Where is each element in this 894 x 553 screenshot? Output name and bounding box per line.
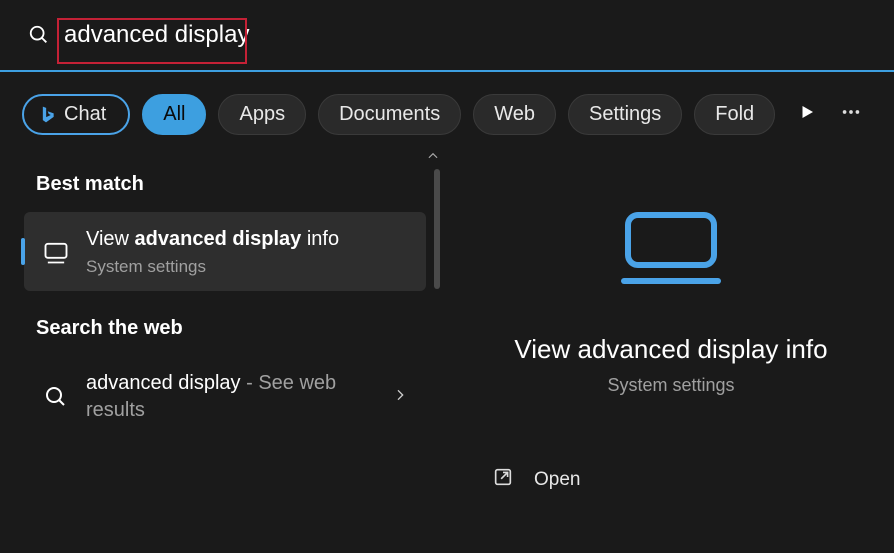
web-result-title: advanced display - See web results bbox=[86, 370, 384, 424]
filter-settings[interactable]: Settings bbox=[568, 94, 682, 135]
filter-web[interactable]: Web bbox=[473, 94, 556, 135]
open-label: Open bbox=[534, 469, 580, 491]
search-bar bbox=[0, 0, 894, 72]
detail-title: View advanced display info bbox=[514, 334, 827, 365]
result-title: View advanced display info bbox=[86, 226, 408, 253]
search-web-heading: Search the web bbox=[0, 291, 444, 356]
result-best-match[interactable]: View advanced display info System settin… bbox=[24, 212, 426, 291]
result-text: advanced display - See web results bbox=[86, 370, 384, 424]
chevron-up-icon[interactable] bbox=[426, 149, 440, 168]
open-external-icon bbox=[492, 466, 514, 494]
detail-panel: View advanced display info System settin… bbox=[448, 145, 894, 553]
search-icon bbox=[28, 24, 50, 46]
content-area: Best match View advanced display info Sy… bbox=[0, 145, 894, 553]
filter-documents[interactable]: Documents bbox=[318, 94, 461, 135]
result-subtitle: System settings bbox=[86, 257, 408, 277]
best-match-heading: Best match bbox=[0, 165, 444, 212]
results-panel: Best match View advanced display info Sy… bbox=[0, 145, 448, 553]
play-icon[interactable] bbox=[798, 103, 816, 126]
search-icon bbox=[42, 385, 70, 409]
filter-apps[interactable]: Apps bbox=[218, 94, 306, 135]
display-icon bbox=[42, 238, 70, 266]
search-input[interactable] bbox=[64, 21, 364, 49]
filter-all[interactable]: All bbox=[142, 94, 206, 135]
bing-icon bbox=[36, 104, 58, 126]
result-web-search[interactable]: advanced display - See web results bbox=[24, 356, 426, 438]
chat-label: Chat bbox=[64, 103, 106, 126]
open-action[interactable]: Open bbox=[492, 466, 894, 494]
result-text: View advanced display info System settin… bbox=[86, 226, 408, 277]
chevron-right-icon bbox=[392, 387, 408, 408]
detail-subtitle: System settings bbox=[607, 375, 734, 396]
display-icon bbox=[616, 209, 726, 294]
more-icon[interactable] bbox=[840, 101, 862, 128]
scrollbar[interactable] bbox=[434, 169, 440, 289]
chat-button[interactable]: Chat bbox=[22, 94, 130, 135]
filter-folders[interactable]: Fold bbox=[694, 94, 775, 135]
filter-row: Chat All Apps Documents Web Settings Fol… bbox=[0, 72, 894, 145]
